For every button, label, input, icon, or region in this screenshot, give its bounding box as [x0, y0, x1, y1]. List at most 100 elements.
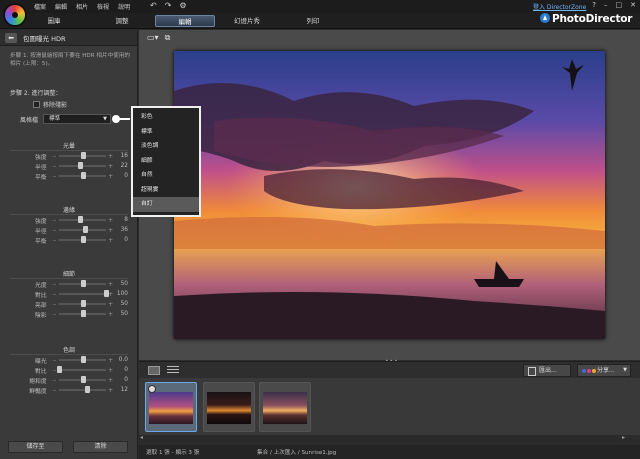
style-select[interactable]: 標準 ▼ [43, 114, 112, 124]
minus-icon[interactable]: – [52, 281, 58, 288]
tab-slideshow[interactable]: 幻燈片秀 [217, 15, 277, 27]
slider-value: 50 [120, 301, 128, 307]
slider-track[interactable] [59, 216, 106, 223]
slider-track[interactable] [59, 172, 106, 179]
share-button[interactable]: 分享... ▼ [577, 364, 631, 377]
slider-track[interactable] [59, 300, 106, 307]
slider-knob[interactable] [80, 172, 86, 179]
grid-view-icon[interactable] [148, 366, 160, 375]
dropdown-item[interactable]: 彩色 [133, 110, 199, 125]
scroll-left-icon[interactable]: ◂ [140, 434, 143, 441]
list-view-icon[interactable] [167, 366, 179, 375]
filmstrip-thumbnail[interactable] [145, 382, 197, 432]
minus-icon[interactable]: – [52, 377, 58, 384]
slider-track[interactable] [59, 236, 106, 243]
slider-knob[interactable] [78, 162, 84, 169]
slider-row: 光度 – +50 [10, 279, 128, 289]
chevron-down-icon: ▼ [623, 367, 627, 373]
minimize-button[interactable]: – [604, 1, 608, 9]
slider-knob[interactable] [80, 152, 86, 159]
slider-track[interactable] [59, 386, 106, 393]
slider-track[interactable] [59, 356, 106, 363]
slider-track[interactable] [59, 290, 109, 297]
compare-icon[interactable]: ⧉ [165, 33, 171, 43]
dropdown-item[interactable]: 自訂 [133, 197, 199, 212]
slider-label: 平衡 [35, 238, 47, 245]
menu-file[interactable]: 檔案 [34, 2, 46, 11]
filmstrip [139, 378, 640, 435]
minus-icon[interactable]: – [52, 301, 58, 308]
login-link[interactable]: 登入 DirectorZone [533, 2, 586, 11]
menu-view[interactable]: 檢視 [97, 2, 109, 11]
slider-knob[interactable] [82, 226, 88, 233]
minus-icon[interactable]: – [52, 153, 58, 160]
minus-icon[interactable]: – [52, 173, 58, 180]
app-logo-icon [3, 3, 27, 27]
minus-icon[interactable]: – [52, 163, 58, 170]
dropdown-item[interactable]: 自然 [133, 168, 199, 183]
dropdown-item[interactable]: 標準 [133, 125, 199, 140]
slider-track[interactable] [59, 376, 106, 383]
slider-knob[interactable] [80, 310, 86, 317]
menu-photo[interactable]: 相片 [76, 2, 88, 11]
slider-track[interactable] [59, 162, 106, 169]
slider-track[interactable] [59, 226, 106, 233]
slider-knob[interactable] [80, 300, 86, 307]
slider-knob[interactable] [80, 356, 86, 363]
tab-edit[interactable]: 編輯 [155, 15, 215, 27]
thumbnail-image [149, 392, 193, 424]
tab-adjust[interactable]: 調整 [92, 15, 152, 27]
clear-button[interactable]: 清除 [73, 441, 128, 453]
remove-ghost-label: 移除殘影 [43, 102, 68, 109]
minus-icon[interactable]: – [52, 387, 58, 394]
minus-icon[interactable]: – [52, 291, 58, 298]
slider-knob[interactable] [80, 376, 86, 383]
slider-value: 50 [120, 281, 128, 287]
dropdown-item[interactable]: 淡色調 [133, 139, 199, 154]
slider-knob[interactable] [80, 280, 86, 287]
slider-knob[interactable] [85, 386, 91, 393]
slider-knob[interactable] [78, 216, 84, 223]
filmstrip-scrollbar[interactable] [146, 437, 618, 441]
tab-library[interactable]: 圖庫 [24, 15, 84, 27]
slider-track[interactable] [57, 366, 106, 373]
slider-knob[interactable] [80, 236, 86, 243]
help-button[interactable]: ? [592, 1, 596, 9]
tab-print[interactable]: 列印 [283, 15, 343, 27]
export-label: 匯出... [539, 367, 557, 374]
minus-icon[interactable]: – [52, 227, 58, 234]
slider-row: 平衡 – +0 [10, 235, 128, 245]
slider-knob[interactable] [103, 290, 109, 297]
share-dot [582, 369, 586, 373]
close-button[interactable]: ✕ [630, 1, 636, 9]
minus-icon[interactable]: – [52, 217, 58, 224]
slider-track[interactable] [59, 280, 106, 287]
undo-icon[interactable]: ↶ [150, 1, 157, 10]
menu-edit[interactable]: 編輯 [55, 2, 67, 11]
minus-icon[interactable]: – [52, 237, 58, 244]
panel-buttons: 儲存至 清除 [8, 441, 128, 453]
remove-ghost-checkbox[interactable] [33, 101, 40, 108]
minus-icon[interactable]: – [52, 357, 58, 364]
gear-icon[interactable]: ⚙ [179, 1, 186, 10]
thumbnail-image [207, 392, 251, 424]
slider-label: 鮮豔度 [29, 388, 47, 395]
slider-label: 光度 [35, 282, 47, 289]
dropdown-item[interactable]: 細節 [133, 154, 199, 169]
slider-track[interactable] [59, 152, 106, 159]
menu-help[interactable]: 說明 [118, 2, 130, 11]
filmstrip-thumbnail[interactable] [203, 382, 255, 432]
maximize-button[interactable]: □ [616, 1, 623, 9]
scroll-right-icon[interactable]: ▸ [622, 434, 625, 441]
minus-icon[interactable]: – [52, 311, 58, 318]
monitor-icon[interactable]: ▭▾ [147, 33, 159, 43]
slider-knob[interactable] [57, 366, 63, 373]
save-to-button[interactable]: 儲存至 [8, 441, 63, 453]
redo-icon[interactable]: ↷ [165, 1, 172, 10]
filmstrip-thumbnail[interactable] [259, 382, 311, 432]
export-button[interactable]: 匯出... [523, 364, 571, 377]
back-arrow-icon[interactable]: ⬅ [5, 32, 17, 43]
remove-ghost-option[interactable]: 移除殘影 [33, 100, 67, 109]
slider-track[interactable] [59, 310, 106, 317]
dropdown-item[interactable]: 超現實 [133, 183, 199, 198]
